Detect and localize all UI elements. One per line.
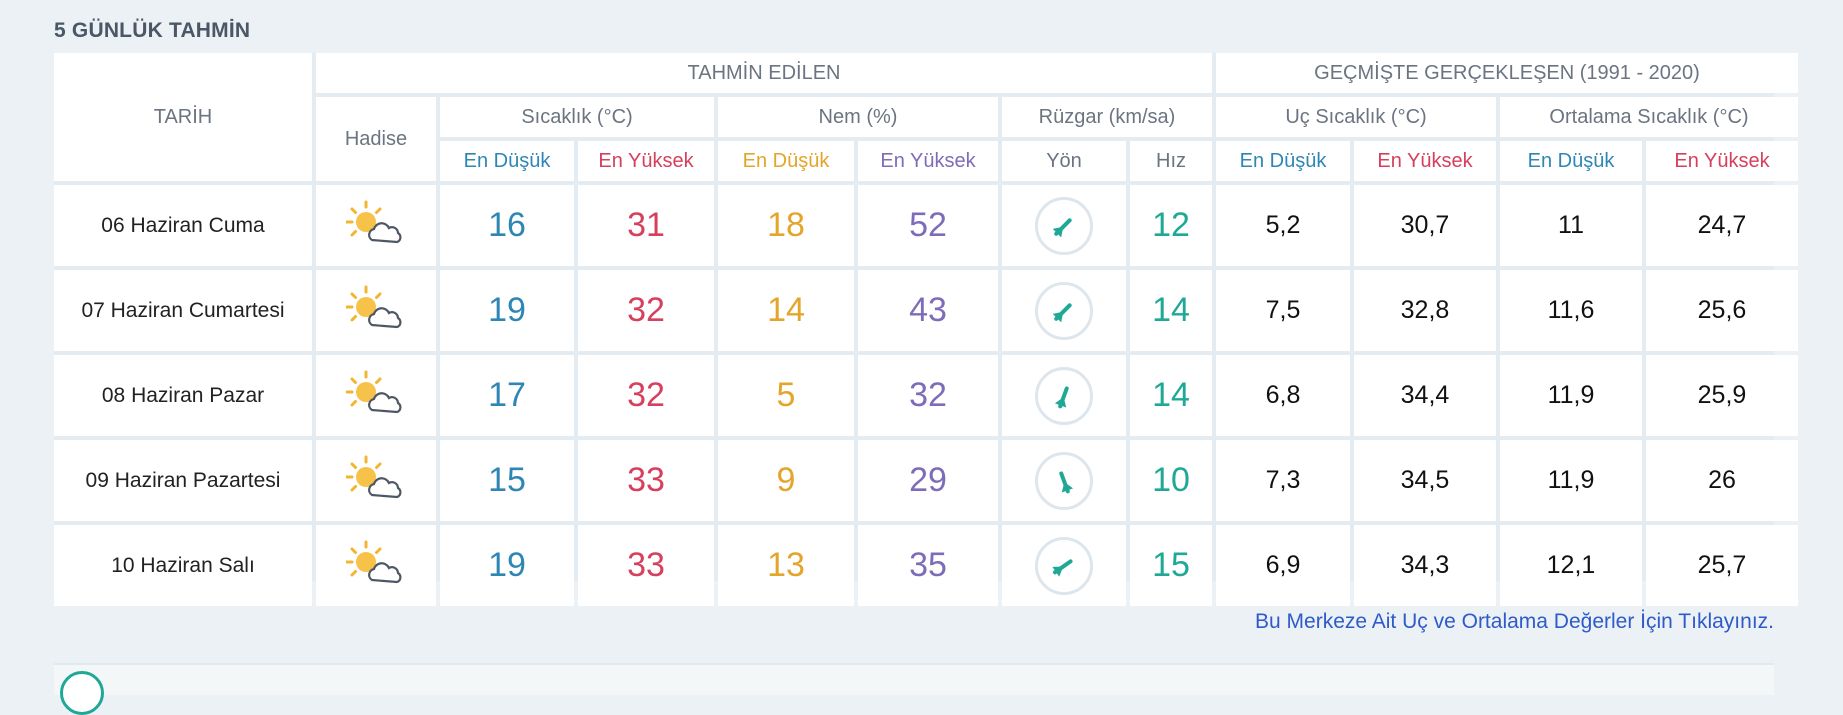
temperature-header: Sıcaklık (°C) xyxy=(440,97,714,137)
avg-min-value: 12,1 xyxy=(1500,525,1642,606)
humidity-min-value: 18 xyxy=(718,185,854,266)
avg-min-header: En Düşük xyxy=(1500,141,1642,181)
date-cell: 07 Haziran Cumartesi xyxy=(54,270,312,351)
temp-min-value: 17 xyxy=(440,355,574,436)
wind-direction-cell xyxy=(1002,355,1126,436)
forecast-table: TARİH TAHMİN EDİLEN GEÇMİŞTE GERÇEKLEŞEN… xyxy=(54,53,1798,606)
temp-min-value: 16 xyxy=(440,185,574,266)
avg-max-value: 25,6 xyxy=(1646,270,1798,351)
temp-min-value: 15 xyxy=(440,440,574,521)
temp-max-value: 31 xyxy=(578,185,714,266)
event-header: Hadise xyxy=(316,97,436,181)
avg-min-value: 11,9 xyxy=(1500,440,1642,521)
wind-speed-value: 14 xyxy=(1130,270,1212,351)
humidity-min-value: 14 xyxy=(718,270,854,351)
temp-max-value: 32 xyxy=(578,355,714,436)
wind-direction-header: Yön xyxy=(1002,141,1126,181)
weather-icon-cell xyxy=(316,270,436,351)
wind-arrow-icon xyxy=(1035,536,1093,595)
partly-cloudy-icon xyxy=(345,200,406,251)
avg-max-value: 25,9 xyxy=(1646,355,1798,436)
humidity-max-value: 43 xyxy=(858,270,998,351)
date-cell: 08 Haziran Pazar xyxy=(54,355,312,436)
avg-min-value: 11,9 xyxy=(1500,355,1642,436)
humidity-min-header: En Düşük xyxy=(718,141,854,181)
humidity-min-value: 9 xyxy=(718,440,854,521)
wind-direction-cell xyxy=(1002,270,1126,351)
wind-arrow-icon xyxy=(1035,366,1093,425)
humidity-min-value: 5 xyxy=(718,355,854,436)
humidity-max-header: En Yüksek xyxy=(858,141,998,181)
avg-max-value: 24,7 xyxy=(1646,185,1798,266)
extreme-max-value: 34,4 xyxy=(1354,355,1496,436)
clock-icon xyxy=(60,671,104,715)
page-title: 5 GÜNLÜK TAHMİN xyxy=(54,19,251,42)
forecast-group-header: TAHMİN EDİLEN xyxy=(316,53,1212,93)
temp-max-value: 33 xyxy=(578,440,714,521)
extreme-max-value: 34,5 xyxy=(1354,440,1496,521)
extreme-max-header: En Yüksek xyxy=(1354,141,1496,181)
extreme-max-value: 30,7 xyxy=(1354,185,1496,266)
wind-speed-value: 15 xyxy=(1130,525,1212,606)
humidity-max-value: 52 xyxy=(858,185,998,266)
wind-speed-value: 10 xyxy=(1130,440,1212,521)
history-group-header: GEÇMİŞTE GERÇEKLEŞEN (1991 - 2020) xyxy=(1216,53,1798,93)
wind-direction-cell xyxy=(1002,440,1126,521)
avg-max-value: 25,7 xyxy=(1646,525,1798,606)
avg-temp-header: Ortalama Sıcaklık (°C) xyxy=(1500,97,1798,137)
temp-max-value: 33 xyxy=(578,525,714,606)
humidity-header: Nem (%) xyxy=(718,97,998,137)
wind-header: Rüzgar (km/sa) xyxy=(1002,97,1212,137)
wind-direction-cell xyxy=(1002,525,1126,606)
extreme-temp-header: Uç Sıcaklık (°C) xyxy=(1216,97,1496,137)
extreme-min-value: 7,3 xyxy=(1216,440,1350,521)
partly-cloudy-icon xyxy=(345,285,406,336)
avg-max-header: En Yüksek xyxy=(1646,141,1798,181)
partly-cloudy-icon xyxy=(345,540,406,591)
temp-max-value: 32 xyxy=(578,270,714,351)
wind-speed-header: Hız xyxy=(1130,141,1212,181)
historical-values-link[interactable]: Bu Merkeze Ait Uç ve Ortalama Değerler İ… xyxy=(1255,610,1774,634)
date-cell: 09 Haziran Pazartesi xyxy=(54,440,312,521)
weather-icon-cell xyxy=(316,525,436,606)
partly-cloudy-icon xyxy=(345,370,406,421)
extreme-max-value: 34,3 xyxy=(1354,525,1496,606)
temp-min-value: 19 xyxy=(440,270,574,351)
date-header: TARİH xyxy=(54,53,312,181)
extreme-min-header: En Düşük xyxy=(1216,141,1350,181)
weather-icon-cell xyxy=(316,185,436,266)
weather-icon-cell xyxy=(316,440,436,521)
wind-arrow-icon xyxy=(1035,451,1093,510)
temp-max-header: En Yüksek xyxy=(578,141,714,181)
wind-arrow-icon xyxy=(1035,196,1093,255)
extreme-min-value: 6,9 xyxy=(1216,525,1350,606)
temp-min-header: En Düşük xyxy=(440,141,574,181)
weather-icon-cell xyxy=(316,355,436,436)
humidity-max-value: 32 xyxy=(858,355,998,436)
partly-cloudy-icon xyxy=(345,455,406,506)
wind-direction-cell xyxy=(1002,185,1126,266)
date-cell: 10 Haziran Salı xyxy=(54,525,312,606)
temp-min-value: 19 xyxy=(440,525,574,606)
next-panel xyxy=(54,663,1774,715)
extreme-max-value: 32,8 xyxy=(1354,270,1496,351)
humidity-max-value: 29 xyxy=(858,440,998,521)
extreme-min-value: 6,8 xyxy=(1216,355,1350,436)
avg-max-value: 26 xyxy=(1646,440,1798,521)
date-cell: 06 Haziran Cuma xyxy=(54,185,312,266)
avg-min-value: 11 xyxy=(1500,185,1642,266)
extreme-min-value: 5,2 xyxy=(1216,185,1350,266)
wind-speed-value: 12 xyxy=(1130,185,1212,266)
wind-speed-value: 14 xyxy=(1130,355,1212,436)
humidity-max-value: 35 xyxy=(858,525,998,606)
wind-arrow-icon xyxy=(1035,281,1093,340)
avg-min-value: 11,6 xyxy=(1500,270,1642,351)
humidity-min-value: 13 xyxy=(718,525,854,606)
extreme-min-value: 7,5 xyxy=(1216,270,1350,351)
